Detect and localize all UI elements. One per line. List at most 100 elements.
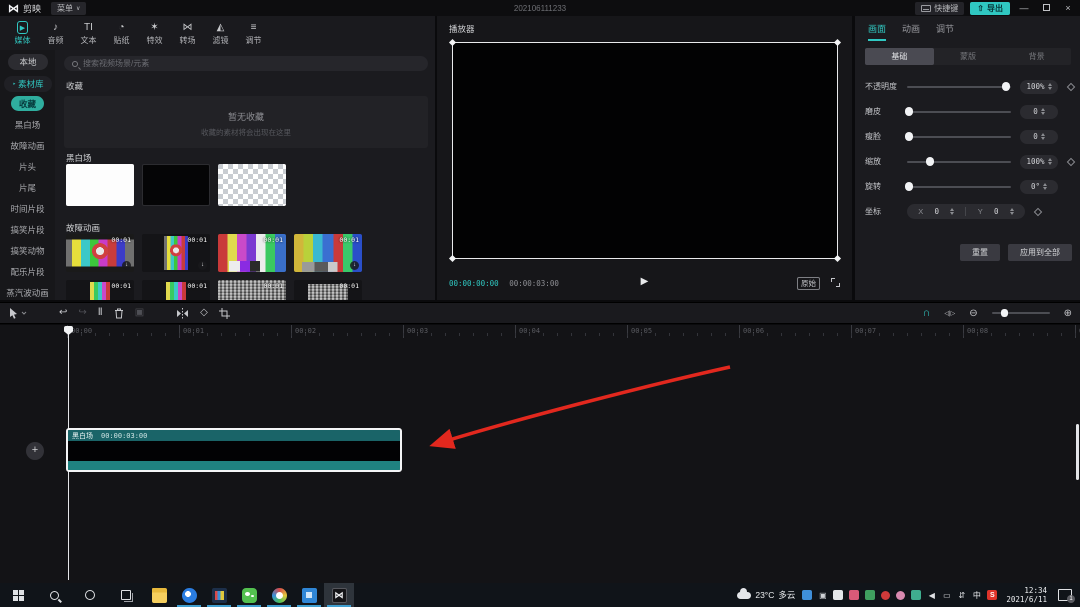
video-preview[interactable] bbox=[452, 42, 838, 259]
selection-handle[interactable] bbox=[449, 39, 456, 46]
freeze-frame-button[interactable]: ▣ bbox=[135, 308, 144, 318]
blue-app[interactable] bbox=[294, 583, 324, 607]
task-view-button[interactable] bbox=[108, 583, 144, 607]
sidebar-category[interactable]: 收藏 bbox=[11, 96, 44, 111]
action-center-button[interactable]: 1 bbox=[1058, 589, 1072, 601]
selection-handle[interactable] bbox=[834, 255, 841, 262]
add-media-button[interactable]: + bbox=[26, 442, 44, 460]
keyframe-diamond-icon[interactable] bbox=[1034, 207, 1042, 215]
sidebar-item-library[interactable]: ‣ 素材库 bbox=[4, 76, 52, 92]
slider-track[interactable] bbox=[907, 161, 1011, 163]
rotate-button[interactable]: ◇ bbox=[200, 308, 208, 318]
jianying[interactable]: ⋈ bbox=[324, 583, 354, 607]
stepper-icon[interactable] bbox=[1041, 133, 1045, 140]
slider-track[interactable] bbox=[907, 186, 1011, 188]
colorbars-vertical-2[interactable]: 00:01 bbox=[142, 280, 210, 300]
properties-subtab[interactable]: 背景 bbox=[1002, 48, 1071, 65]
sidebar-category[interactable]: 搞笑片段 bbox=[0, 222, 55, 237]
sidebar-category[interactable]: 故障动画 bbox=[0, 138, 55, 153]
mic-icon[interactable] bbox=[833, 590, 843, 600]
select-cursor-button[interactable] bbox=[8, 307, 27, 319]
volume-icon[interactable]: ◀ bbox=[927, 590, 936, 600]
security-shield-icon[interactable] bbox=[802, 590, 812, 600]
sidebar-category[interactable]: 蒸汽波动画 bbox=[0, 285, 55, 300]
keyframe-diamond-icon[interactable] bbox=[1067, 82, 1075, 90]
sidebar-item-local[interactable]: 本地 bbox=[8, 54, 48, 70]
mirror-button[interactable] bbox=[176, 308, 189, 319]
sidebar-category[interactable]: 配乐片段 bbox=[0, 264, 55, 279]
white-field[interactable] bbox=[66, 164, 134, 206]
properties-tab[interactable]: 动画 bbox=[902, 22, 920, 41]
start-button[interactable] bbox=[0, 583, 36, 607]
display-icon[interactable]: ▭ bbox=[942, 590, 951, 600]
transition[interactable]: ⋈ 转场 bbox=[171, 16, 204, 50]
snap-magnet-button[interactable]: ∩ bbox=[922, 307, 930, 319]
minimize-button[interactable]: — bbox=[1016, 3, 1032, 13]
sidebar-category[interactable]: 黑白场 bbox=[0, 117, 55, 132]
close-button[interactable]: × bbox=[1060, 3, 1076, 13]
media-tool[interactable] bbox=[204, 583, 234, 607]
testcard[interactable]: 00:01 ↓ bbox=[66, 234, 134, 272]
properties-tab[interactable]: 调节 bbox=[936, 22, 954, 41]
sidebar-category[interactable]: 片头 bbox=[0, 159, 55, 174]
value-box[interactable]: 0 bbox=[1020, 130, 1058, 144]
static-noise-small[interactable]: 00:01 bbox=[294, 280, 362, 300]
maximize-button[interactable] bbox=[1038, 3, 1054, 13]
colorbars[interactable]: 00:01 bbox=[218, 234, 286, 272]
apply-to-all-button[interactable]: 应用到全部 bbox=[1008, 244, 1072, 261]
taskbar-search-button[interactable] bbox=[36, 583, 72, 607]
fullscreen-icon[interactable] bbox=[831, 278, 840, 287]
timeline-ruler[interactable]: 00:0000:0100:0200:0300:0400:0500:0600:07… bbox=[0, 325, 1080, 338]
cloud-app-icon[interactable] bbox=[911, 590, 921, 600]
adjust[interactable]: ≡ 调节 bbox=[237, 16, 270, 50]
slider-thumb[interactable] bbox=[926, 157, 934, 166]
zoom-out-button[interactable]: ⊖ bbox=[969, 308, 977, 319]
sogou-icon[interactable]: S bbox=[987, 590, 997, 600]
split-button[interactable]: Ⅱ bbox=[98, 308, 103, 318]
coordinate-box[interactable]: X 0 Y 0 bbox=[907, 204, 1025, 219]
testcard-vertical[interactable]: 00:01 ↓ bbox=[142, 234, 210, 272]
sidebar-category[interactable]: 时间片段 bbox=[0, 201, 55, 216]
updown-icon[interactable]: ⇵ bbox=[957, 590, 966, 600]
selection-handle[interactable] bbox=[834, 39, 841, 46]
properties-subtab[interactable]: 蒙版 bbox=[934, 48, 1003, 65]
slider-thumb[interactable] bbox=[1002, 82, 1010, 91]
stepper-icon[interactable] bbox=[950, 208, 954, 215]
cortana-button[interactable] bbox=[72, 583, 108, 607]
delete-button[interactable] bbox=[114, 308, 124, 319]
taskbar-clock[interactable]: 12:34 2021/6/11 bbox=[1006, 586, 1047, 604]
sidebar-category[interactable]: 搞笑动物 bbox=[0, 243, 55, 258]
ime-chinese[interactable]: 中 bbox=[972, 590, 981, 600]
media[interactable]: ▶ 媒体 bbox=[6, 16, 39, 50]
crop-button[interactable] bbox=[219, 308, 230, 319]
slider-track[interactable] bbox=[907, 111, 1011, 113]
slider-track[interactable] bbox=[907, 86, 1011, 88]
colorful-badge-icon[interactable] bbox=[849, 590, 859, 600]
keyframe-diamond-icon[interactable] bbox=[1067, 157, 1075, 165]
value-box[interactable]: 100% bbox=[1020, 155, 1058, 169]
export-button[interactable]: ⇧ 导出 bbox=[970, 2, 1010, 15]
weather-widget[interactable]: 23°C 多云 bbox=[737, 589, 795, 601]
wechat[interactable] bbox=[234, 583, 264, 607]
value-box[interactable]: 0° bbox=[1020, 180, 1058, 194]
redo-button[interactable]: ↪ bbox=[78, 308, 86, 318]
search-input[interactable]: 搜索视频场景/元素 bbox=[64, 56, 428, 71]
green-app-icon[interactable] bbox=[865, 590, 875, 600]
play-button[interactable]: ▶ bbox=[641, 276, 649, 287]
text[interactable]: TI 文本 bbox=[72, 16, 105, 50]
properties-tab[interactable]: 画面 bbox=[868, 22, 886, 41]
value-box[interactable]: 0 bbox=[1020, 105, 1058, 119]
original-quality-button[interactable]: 原始 bbox=[797, 277, 820, 290]
stepper-icon[interactable] bbox=[1048, 158, 1052, 165]
sticker[interactable]: ◔ 贴纸 bbox=[105, 16, 138, 50]
stepper-icon[interactable] bbox=[1041, 108, 1045, 115]
timeline-zoom-slider[interactable] bbox=[992, 312, 1050, 314]
effects[interactable]: ✶ 特效 bbox=[138, 16, 171, 50]
properties-subtab[interactable]: 基础 bbox=[865, 48, 934, 65]
colorbars-2[interactable]: 00:01 ↓ bbox=[294, 234, 362, 272]
sidebar-category[interactable]: 片尾 bbox=[0, 180, 55, 195]
qq-browser[interactable] bbox=[174, 583, 204, 607]
reset-button[interactable]: 重置 bbox=[960, 244, 1000, 261]
black-field[interactable] bbox=[142, 164, 210, 206]
stepper-icon[interactable] bbox=[1010, 208, 1014, 215]
